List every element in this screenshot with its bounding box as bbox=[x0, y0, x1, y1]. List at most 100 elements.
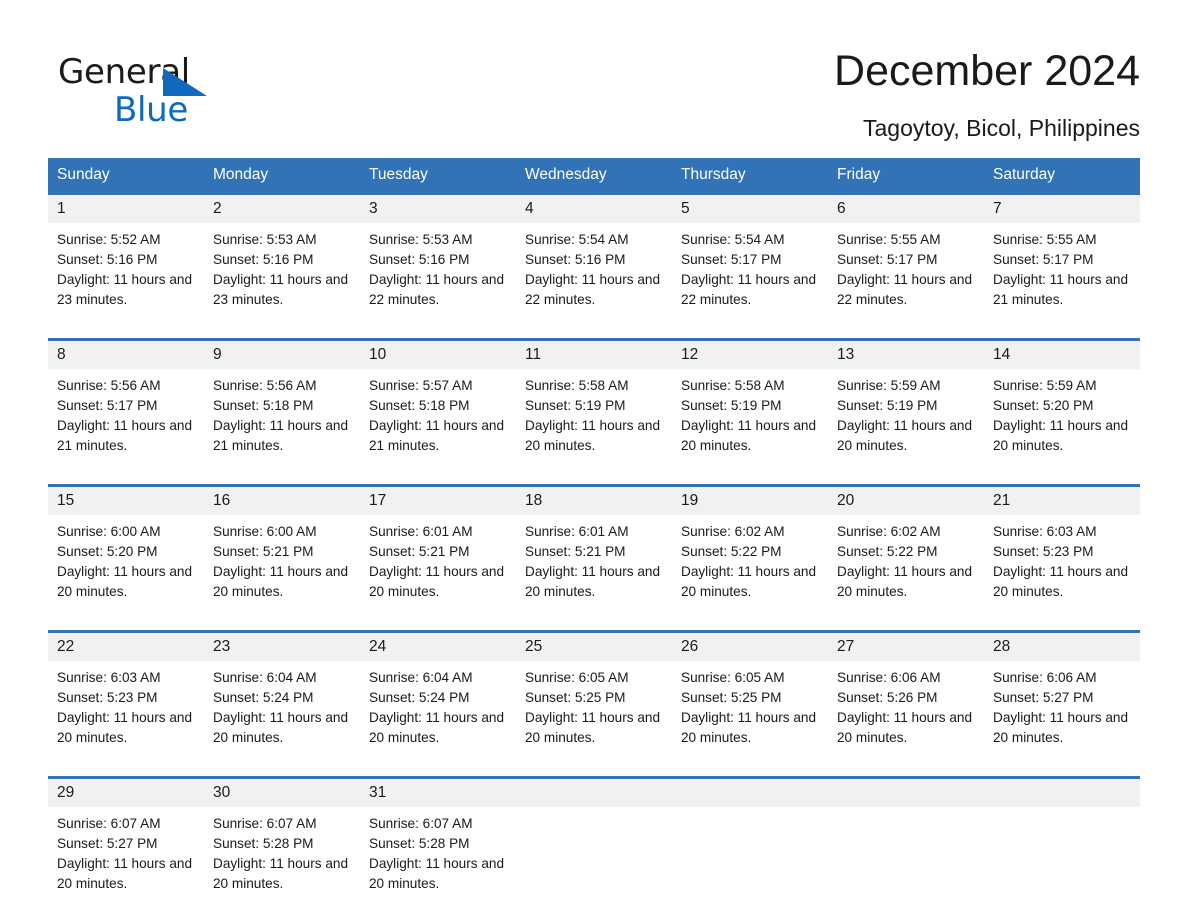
day-cell[interactable]: Sunrise: 6:03 AM Sunset: 5:23 PM Dayligh… bbox=[984, 515, 1140, 616]
day-cell[interactable]: Sunrise: 6:04 AM Sunset: 5:24 PM Dayligh… bbox=[360, 661, 516, 762]
day-cell[interactable]: Sunrise: 5:59 AM Sunset: 5:19 PM Dayligh… bbox=[828, 369, 984, 470]
sunset-text: Sunset: 5:27 PM bbox=[993, 690, 1094, 705]
weekday-header-saturday: Saturday bbox=[984, 158, 1140, 194]
sunset-text: Sunset: 5:16 PM bbox=[369, 252, 470, 267]
week-details-row: Sunrise: 6:03 AM Sunset: 5:23 PM Dayligh… bbox=[48, 661, 1140, 762]
day-number[interactable]: 27 bbox=[828, 630, 984, 661]
day-number[interactable]: 18 bbox=[516, 484, 672, 515]
day-number[interactable]: 23 bbox=[204, 630, 360, 661]
calendar-body: 1 2 3 4 5 6 7 Sunrise: 5:52 AM Sunset: 5… bbox=[48, 192, 1140, 908]
day-cell[interactable]: Sunrise: 6:02 AM Sunset: 5:22 PM Dayligh… bbox=[672, 515, 828, 616]
day-cell[interactable]: Sunrise: 5:57 AM Sunset: 5:18 PM Dayligh… bbox=[360, 369, 516, 470]
sunset-text: Sunset: 5:24 PM bbox=[369, 690, 470, 705]
sunrise-text: Sunrise: 6:04 AM bbox=[213, 670, 317, 685]
day-number[interactable]: 17 bbox=[360, 484, 516, 515]
day-cell[interactable]: Sunrise: 6:07 AM Sunset: 5:27 PM Dayligh… bbox=[48, 807, 204, 908]
daylight-text: Daylight: 11 hours and 20 minutes. bbox=[369, 710, 505, 745]
weekday-header-monday: Monday bbox=[204, 158, 360, 194]
day-cell[interactable]: Sunrise: 6:05 AM Sunset: 5:25 PM Dayligh… bbox=[672, 661, 828, 762]
day-number[interactable]: 21 bbox=[984, 484, 1140, 515]
day-cell[interactable]: Sunrise: 6:01 AM Sunset: 5:21 PM Dayligh… bbox=[516, 515, 672, 616]
day-cell[interactable]: Sunrise: 6:07 AM Sunset: 5:28 PM Dayligh… bbox=[360, 807, 516, 908]
daylight-text: Daylight: 11 hours and 20 minutes. bbox=[681, 564, 817, 599]
day-number[interactable]: 28 bbox=[984, 630, 1140, 661]
sunrise-text: Sunrise: 6:00 AM bbox=[57, 524, 161, 539]
day-number[interactable]: 15 bbox=[48, 484, 204, 515]
daylight-text: Daylight: 11 hours and 20 minutes. bbox=[837, 418, 973, 453]
day-cell[interactable]: Sunrise: 5:55 AM Sunset: 5:17 PM Dayligh… bbox=[828, 223, 984, 324]
day-number[interactable]: 10 bbox=[360, 338, 516, 369]
sunrise-text: Sunrise: 5:55 AM bbox=[993, 232, 1097, 247]
sunrise-text: Sunrise: 6:04 AM bbox=[369, 670, 473, 685]
day-number[interactable]: 13 bbox=[828, 338, 984, 369]
day-number[interactable]: 4 bbox=[516, 192, 672, 223]
day-number[interactable]: 6 bbox=[828, 192, 984, 223]
day-cell[interactable]: Sunrise: 5:59 AM Sunset: 5:20 PM Dayligh… bbox=[984, 369, 1140, 470]
day-cell[interactable]: Sunrise: 5:52 AM Sunset: 5:16 PM Dayligh… bbox=[48, 223, 204, 324]
day-cell[interactable]: Sunrise: 5:55 AM Sunset: 5:17 PM Dayligh… bbox=[984, 223, 1140, 324]
daylight-text: Daylight: 11 hours and 20 minutes. bbox=[993, 564, 1129, 599]
day-number[interactable]: 12 bbox=[672, 338, 828, 369]
day-cell[interactable]: Sunrise: 6:00 AM Sunset: 5:21 PM Dayligh… bbox=[204, 515, 360, 616]
sunset-text: Sunset: 5:27 PM bbox=[57, 836, 158, 851]
sunrise-text: Sunrise: 6:01 AM bbox=[525, 524, 629, 539]
daylight-text: Daylight: 11 hours and 20 minutes. bbox=[837, 564, 973, 599]
day-number[interactable]: 30 bbox=[204, 776, 360, 807]
day-cell[interactable]: Sunrise: 6:01 AM Sunset: 5:21 PM Dayligh… bbox=[360, 515, 516, 616]
week-details-row: Sunrise: 6:00 AM Sunset: 5:20 PM Dayligh… bbox=[48, 515, 1140, 616]
day-number[interactable]: 5 bbox=[672, 192, 828, 223]
day-cell[interactable]: Sunrise: 5:58 AM Sunset: 5:19 PM Dayligh… bbox=[516, 369, 672, 470]
day-number[interactable]: 19 bbox=[672, 484, 828, 515]
sunset-text: Sunset: 5:21 PM bbox=[525, 544, 626, 559]
daylight-text: Daylight: 11 hours and 20 minutes. bbox=[213, 856, 349, 891]
day-number[interactable]: 20 bbox=[828, 484, 984, 515]
sunset-text: Sunset: 5:24 PM bbox=[213, 690, 314, 705]
weekday-header-tuesday: Tuesday bbox=[360, 158, 516, 194]
week-details-row: Sunrise: 5:52 AM Sunset: 5:16 PM Dayligh… bbox=[48, 223, 1140, 324]
day-cell[interactable]: Sunrise: 6:05 AM Sunset: 5:25 PM Dayligh… bbox=[516, 661, 672, 762]
day-cell[interactable]: Sunrise: 5:53 AM Sunset: 5:16 PM Dayligh… bbox=[204, 223, 360, 324]
day-number[interactable]: 29 bbox=[48, 776, 204, 807]
day-cell[interactable]: Sunrise: 6:07 AM Sunset: 5:28 PM Dayligh… bbox=[204, 807, 360, 908]
daylight-text: Daylight: 11 hours and 21 minutes. bbox=[369, 418, 505, 453]
day-cell[interactable]: Sunrise: 6:02 AM Sunset: 5:22 PM Dayligh… bbox=[828, 515, 984, 616]
day-number[interactable]: 24 bbox=[360, 630, 516, 661]
day-cell[interactable]: Sunrise: 5:53 AM Sunset: 5:16 PM Dayligh… bbox=[360, 223, 516, 324]
daylight-text: Daylight: 11 hours and 21 minutes. bbox=[213, 418, 349, 453]
day-number[interactable]: 26 bbox=[672, 630, 828, 661]
day-cell[interactable]: Sunrise: 6:00 AM Sunset: 5:20 PM Dayligh… bbox=[48, 515, 204, 616]
day-number[interactable]: 11 bbox=[516, 338, 672, 369]
daylight-text: Daylight: 11 hours and 22 minutes. bbox=[369, 272, 505, 307]
day-cell[interactable]: Sunrise: 6:06 AM Sunset: 5:27 PM Dayligh… bbox=[984, 661, 1140, 762]
day-number[interactable]: 22 bbox=[48, 630, 204, 661]
day-cell[interactable]: Sunrise: 5:56 AM Sunset: 5:17 PM Dayligh… bbox=[48, 369, 204, 470]
day-cell-empty bbox=[984, 807, 1140, 908]
sunrise-text: Sunrise: 6:06 AM bbox=[837, 670, 941, 685]
day-cell[interactable]: Sunrise: 6:04 AM Sunset: 5:24 PM Dayligh… bbox=[204, 661, 360, 762]
sunset-text: Sunset: 5:28 PM bbox=[369, 836, 470, 851]
sunrise-text: Sunrise: 5:57 AM bbox=[369, 378, 473, 393]
day-number[interactable]: 25 bbox=[516, 630, 672, 661]
day-number[interactable]: 16 bbox=[204, 484, 360, 515]
calendar-table: Sunday Monday Tuesday Wednesday Thursday… bbox=[48, 158, 1140, 908]
daylight-text: Daylight: 11 hours and 20 minutes. bbox=[993, 418, 1129, 453]
sunset-text: Sunset: 5:23 PM bbox=[57, 690, 158, 705]
sunset-text: Sunset: 5:19 PM bbox=[837, 398, 938, 413]
day-number[interactable]: 31 bbox=[360, 776, 516, 807]
day-number[interactable]: 14 bbox=[984, 338, 1140, 369]
sunset-text: Sunset: 5:17 PM bbox=[57, 398, 158, 413]
day-cell[interactable]: Sunrise: 5:54 AM Sunset: 5:16 PM Dayligh… bbox=[516, 223, 672, 324]
day-cell[interactable]: Sunrise: 5:56 AM Sunset: 5:18 PM Dayligh… bbox=[204, 369, 360, 470]
day-number[interactable]: 2 bbox=[204, 192, 360, 223]
day-cell[interactable]: Sunrise: 6:06 AM Sunset: 5:26 PM Dayligh… bbox=[828, 661, 984, 762]
day-number[interactable]: 3 bbox=[360, 192, 516, 223]
day-cell[interactable]: Sunrise: 5:54 AM Sunset: 5:17 PM Dayligh… bbox=[672, 223, 828, 324]
day-number[interactable]: 8 bbox=[48, 338, 204, 369]
sunrise-text: Sunrise: 5:58 AM bbox=[525, 378, 629, 393]
day-cell[interactable]: Sunrise: 6:03 AM Sunset: 5:23 PM Dayligh… bbox=[48, 661, 204, 762]
day-cell[interactable]: Sunrise: 5:58 AM Sunset: 5:19 PM Dayligh… bbox=[672, 369, 828, 470]
day-number[interactable]: 1 bbox=[48, 192, 204, 223]
day-number[interactable]: 9 bbox=[204, 338, 360, 369]
day-number[interactable]: 7 bbox=[984, 192, 1140, 223]
general-blue-logo[interactable]: General Blue bbox=[58, 52, 318, 138]
